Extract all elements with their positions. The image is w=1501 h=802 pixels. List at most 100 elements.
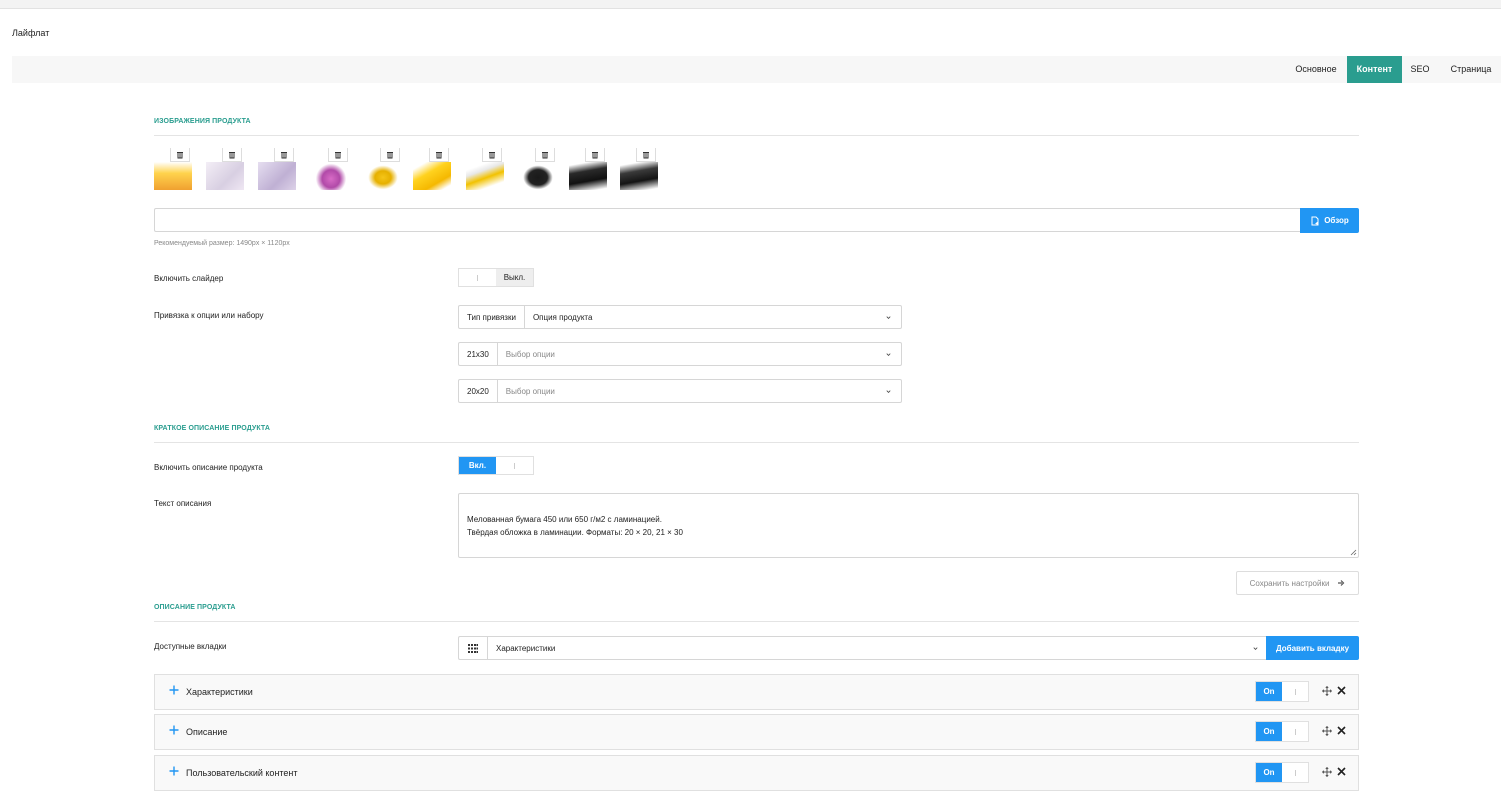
chevron-down-icon — [886, 389, 891, 393]
section-divider — [154, 135, 1359, 136]
panel-toggle[interactable]: On — [1255, 721, 1309, 742]
product-thumbnail[interactable] — [364, 148, 404, 190]
save-settings-label: Сохранить настройки — [1249, 578, 1330, 588]
trash-icon — [592, 151, 598, 158]
thumbnail-delete-button[interactable] — [429, 148, 449, 162]
binding-label: Привязка к опции или набору — [154, 311, 264, 320]
toggle-knob — [496, 457, 533, 474]
binding-type-select[interactable]: Тип привязки Опция продукта — [458, 305, 902, 329]
thumbnail-delete-button[interactable] — [274, 148, 294, 162]
thumbnail-image — [258, 162, 296, 190]
option-placeholder: Выбор опции — [505, 349, 555, 359]
option-select-value-wrap[interactable]: Выбор опции — [498, 380, 901, 402]
trash-icon — [387, 151, 393, 158]
add-tab-button[interactable]: Добавить вкладку — [1266, 636, 1359, 660]
browser-top-strip — [0, 0, 1501, 9]
thumbnail-image — [569, 162, 607, 190]
browse-button[interactable]: Обзор — [1300, 208, 1359, 233]
plus-icon[interactable] — [169, 766, 179, 776]
product-thumbnail[interactable] — [258, 148, 298, 190]
panel-toggle[interactable]: On — [1255, 681, 1309, 702]
slider-toggle[interactable]: Выкл. — [458, 268, 534, 287]
close-icon[interactable] — [1337, 767, 1346, 776]
description-text-label: Текст описания — [154, 499, 212, 508]
product-thumbnail[interactable] — [154, 148, 194, 190]
thumbnail-image — [413, 162, 451, 190]
binding-type-addon: Тип привязки — [459, 306, 525, 328]
thumbnail-image — [466, 162, 504, 190]
close-icon[interactable] — [1337, 726, 1346, 735]
trash-icon — [177, 151, 183, 158]
trash-icon — [489, 151, 495, 158]
description-textarea[interactable]: Мелованная бумага 450 или 650 г/м2 с лам… — [458, 493, 1359, 558]
option-addon: 20x20 — [459, 380, 498, 402]
tab-seo[interactable]: SEO — [1402, 56, 1438, 83]
option-placeholder: Выбор опции — [505, 386, 555, 396]
product-thumbnail[interactable] — [519, 148, 559, 190]
thumbnail-image — [620, 162, 658, 190]
available-tabs-label: Доступные вкладки — [154, 642, 227, 651]
product-thumbnail[interactable] — [466, 148, 506, 190]
file-add-icon — [1311, 216, 1319, 225]
tabs-bar: Основное Контент SEO Страница — [12, 56, 1501, 83]
thumbnail-delete-button[interactable] — [585, 148, 605, 162]
chevron-down-icon — [886, 352, 891, 356]
panel-toggle[interactable]: On — [1255, 762, 1309, 783]
thumbnail-image — [364, 162, 402, 190]
trash-icon — [643, 151, 649, 158]
page-title: Лайфлат — [12, 28, 50, 38]
panel-toggle-state: On — [1256, 682, 1282, 701]
save-settings-button[interactable]: Сохранить настройки — [1236, 571, 1359, 595]
thumbnail-list — [154, 148, 674, 192]
option-select-21x30[interactable]: 21x30 Выбор опции — [458, 342, 902, 366]
tab-panel-description[interactable]: Описание On — [154, 714, 1359, 750]
tab-panel-custom-content[interactable]: Пользовательский контент On — [154, 755, 1359, 791]
available-tabs-value: Характеристики — [496, 643, 556, 653]
product-thumbnail[interactable] — [312, 148, 352, 190]
browse-button-label: Обзор — [1324, 216, 1349, 225]
option-select-value-wrap[interactable]: Выбор опции — [498, 343, 901, 365]
trash-icon — [281, 151, 287, 158]
thumbnail-delete-button[interactable] — [328, 148, 348, 162]
grid-icon — [468, 643, 478, 653]
description-text: Мелованная бумага 450 или 650 г/м2 с лам… — [467, 515, 683, 537]
thumbnail-image — [312, 162, 350, 190]
thumbnail-delete-button[interactable] — [535, 148, 555, 162]
thumbnail-delete-button[interactable] — [482, 148, 502, 162]
panel-title: Пользовательский контент — [186, 768, 298, 778]
thumbnail-delete-button[interactable] — [380, 148, 400, 162]
product-thumbnail[interactable] — [413, 148, 453, 190]
move-icon[interactable] — [1322, 686, 1332, 696]
available-tabs-select[interactable]: Характеристики — [458, 636, 1268, 660]
trash-icon — [335, 151, 341, 158]
tab-page[interactable]: Страница — [1444, 56, 1498, 83]
resize-grip-icon[interactable] — [1350, 549, 1357, 556]
product-thumbnail[interactable] — [206, 148, 246, 190]
plus-icon[interactable] — [169, 685, 179, 695]
option-select-20x20[interactable]: 20x20 Выбор опции — [458, 379, 902, 403]
binding-type-value-wrap[interactable]: Опция продукта — [525, 306, 901, 328]
move-icon[interactable] — [1322, 767, 1332, 777]
close-icon[interactable] — [1337, 686, 1346, 695]
plus-icon[interactable] — [169, 725, 179, 735]
recommended-size-hint: Рекомендуемый размер: 1490px × 1120px — [154, 240, 290, 247]
arrow-right-icon — [1338, 580, 1345, 586]
thumbnail-image — [154, 162, 192, 190]
thumbnail-delete-button[interactable] — [222, 148, 242, 162]
section-title-short-description: КРАТКОЕ ОПИСАНИЕ ПРОДУКТА — [154, 425, 271, 432]
tab-panel-characteristics[interactable]: Характеристики On — [154, 674, 1359, 710]
chevron-down-icon — [1253, 646, 1258, 650]
tab-main[interactable]: Основное — [1286, 56, 1346, 83]
available-tabs-value-wrap[interactable]: Характеристики — [488, 637, 1268, 659]
thumbnail-delete-button[interactable] — [636, 148, 656, 162]
thumbnail-delete-button[interactable] — [170, 148, 190, 162]
chevron-down-icon — [886, 315, 891, 319]
description-toggle[interactable]: Вкл. — [458, 456, 534, 475]
trash-icon — [542, 151, 548, 158]
product-thumbnail[interactable] — [620, 148, 660, 190]
product-thumbnail[interactable] — [569, 148, 609, 190]
panel-toggle-state: On — [1256, 722, 1282, 741]
image-file-input[interactable] — [154, 208, 1301, 232]
tab-content[interactable]: Контент — [1347, 56, 1402, 83]
move-icon[interactable] — [1322, 726, 1332, 736]
